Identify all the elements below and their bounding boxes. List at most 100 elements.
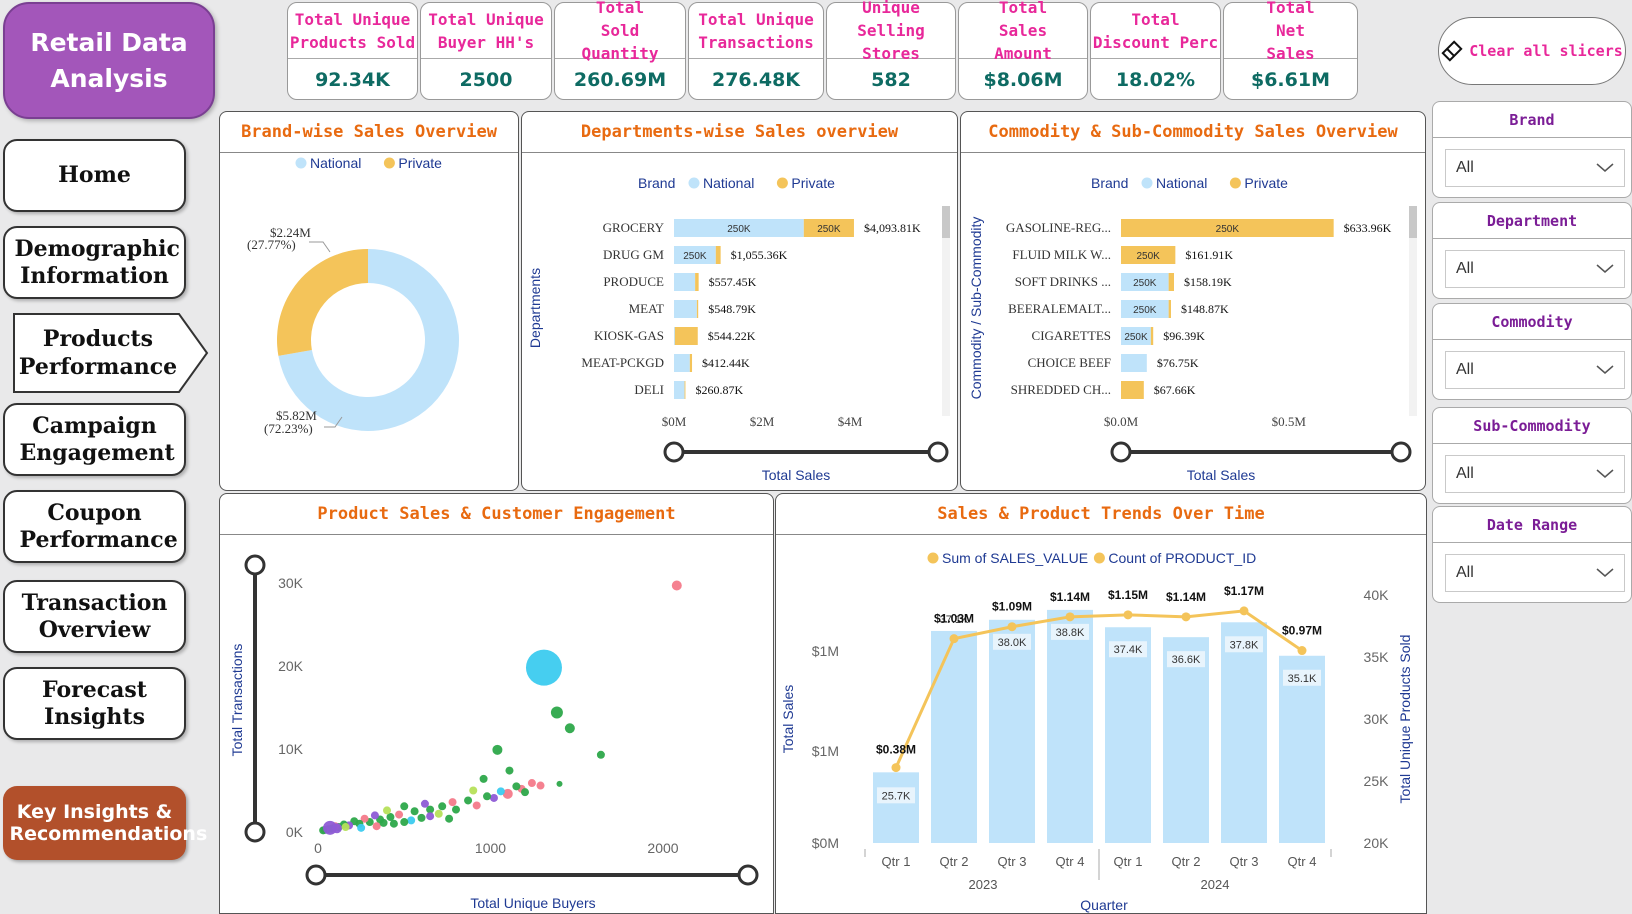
bar-national: [674, 381, 685, 399]
trend-line-label: $0.97M: [1282, 624, 1322, 638]
trend-line-label: $1.17M: [1224, 584, 1264, 598]
bar-private: [695, 273, 699, 291]
trend-bar-label: 36.6K: [1172, 654, 1201, 666]
trend-bar: [1221, 622, 1267, 843]
panel-title: Brand-wise Sales Overview: [220, 112, 518, 153]
kpi-value: 2500: [459, 69, 513, 91]
nav-home-button[interactable]: Home: [3, 139, 186, 212]
category-label: MEAT: [629, 301, 664, 316]
scatter-point: [372, 822, 381, 831]
slicer-subcommodity-title: Sub-Commodity: [1432, 407, 1632, 444]
x-tick-label: Qtr 2: [1172, 854, 1201, 869]
bar-national: [1121, 354, 1147, 372]
slicer-brand-dropdown[interactable]: All: [1445, 149, 1625, 187]
scatter-point: [400, 802, 409, 811]
scatter-point: [512, 782, 521, 791]
trend-line-label: $1.14M: [1050, 590, 1090, 604]
category-label: PRODUCE: [603, 274, 664, 289]
slicer-department-dropdown[interactable]: All: [1445, 250, 1625, 288]
category-label: CHOICE BEEF: [1028, 355, 1111, 370]
x-year-label: 2024: [1201, 877, 1230, 892]
x-tick-label: 2000: [647, 840, 678, 856]
legend-marker: [927, 552, 939, 564]
bar-private: [1121, 381, 1144, 399]
bar-segment-label: 250K: [683, 251, 707, 262]
slicer-subcommodity-dropdown[interactable]: All: [1445, 455, 1625, 493]
trend-line-point: [1065, 612, 1075, 622]
nav-demographic-button[interactable]: Demographic Information: [3, 226, 186, 299]
x-tick-label: $2M: [750, 414, 775, 429]
slicer-commodity-dropdown[interactable]: All: [1445, 351, 1625, 389]
bar-total-label: $633.96K: [1344, 221, 1392, 235]
y-tick-label: 20K: [278, 658, 304, 674]
trend-bar: [1163, 637, 1209, 843]
y-range-slider-handle-bottom: [244, 821, 266, 843]
trend-line-label: $1.03M: [934, 612, 974, 626]
app-title-text: Retail Data Analysis: [30, 27, 188, 93]
panel-title: Sales & Product Trends Over Time: [776, 494, 1426, 535]
scatter-point: [521, 788, 529, 797]
trend-panel: Sales & Product Trends Over Time Sum of …: [775, 493, 1427, 914]
scatter-point: [536, 781, 545, 790]
clear-slicers-label: Clear all slicers: [1469, 42, 1623, 60]
scatter-point: [420, 799, 429, 808]
legend-label: Private: [1244, 175, 1288, 191]
legend-title: Brand: [638, 175, 675, 191]
nav-forecast-button[interactable]: Forecast Insights: [3, 667, 186, 740]
slicer-daterange: All: [1432, 543, 1632, 603]
nav-home-label: Home: [58, 162, 131, 188]
legend-label: Sum of SALES_VALUE: [942, 550, 1088, 566]
trend-bar: [989, 619, 1035, 843]
y-tick-label: $1M: [812, 743, 839, 759]
trend-bar-label: 37.4K: [1114, 644, 1143, 656]
nav-transaction-button[interactable]: Transaction Overview: [3, 580, 186, 653]
key-insights-button[interactable]: Key Insights & Recommendations: [3, 786, 207, 860]
kpi-label: Total Sales Amount: [959, 0, 1087, 63]
department-bar-chart: Brand National Private GROCERY 250K 250K $4,09…: [527, 175, 950, 483]
scatter-point: [469, 786, 478, 795]
legend-marker: [776, 177, 788, 189]
scatter-point: [556, 780, 563, 787]
bar-segment-label: 250K: [1216, 224, 1240, 235]
scatter-point: [596, 750, 605, 759]
bar-private: [1150, 327, 1154, 345]
x-tick-label: $0.0M: [1104, 414, 1139, 429]
clear-slicers-button[interactable]: Clear all slicers: [1438, 17, 1626, 85]
x-tick-label: 0: [314, 840, 322, 856]
slicer-daterange-dropdown[interactable]: All: [1445, 554, 1625, 592]
y2-axis-title: Total Unique Products Sold: [1397, 635, 1413, 804]
kpi-label: Total Unique Buyer HH's: [421, 3, 551, 59]
trend-line-point: [1239, 606, 1249, 616]
kpi-card-sold-quantity: Total Sold Quantity 260.69M: [554, 0, 686, 100]
y-tick-label: 0K: [286, 824, 304, 840]
trend-combo-chart: Sum of SALES_VALUE Count of PRODUCT_ID 20K…: [780, 550, 1413, 913]
nav-coupon-button[interactable]: Coupon Performance: [3, 490, 186, 563]
x-tick-label: Qtr 3: [1230, 854, 1259, 869]
x-tick-label: $4M: [838, 414, 863, 429]
scatter-point: [472, 801, 481, 810]
kpi-card-unique-transactions: Total Unique Transactions 276.48K: [688, 2, 824, 100]
kpi-card-selling-stores: Unique Selling Stores 582: [826, 0, 956, 100]
slicer-value: All: [1456, 159, 1474, 176]
kpi-value: 260.69M: [573, 69, 667, 91]
kpi-label: Unique Selling Stores: [827, 0, 955, 63]
bar-national: [674, 354, 690, 372]
slicer-department: All: [1432, 239, 1632, 299]
x-tick-label: Qtr 1: [1114, 854, 1143, 869]
trend-bar: [873, 772, 919, 843]
category-label: DELI: [634, 382, 664, 397]
nav-campaign-button[interactable]: Campaign Engagement: [3, 403, 186, 476]
slicer-commodity: All: [1432, 340, 1632, 400]
x-range-slider-handle-end: [737, 864, 759, 886]
scatter-point: [341, 823, 350, 832]
y-axis-title: Total Sales: [780, 685, 796, 753]
category-label: SOFT DRINKS ...: [1015, 274, 1111, 289]
x-tick-label: $0.5M: [1272, 414, 1307, 429]
y-tick-label: $1M: [812, 643, 839, 659]
scatter-point: [452, 805, 460, 814]
bar-total-label: $548.79K: [708, 302, 756, 316]
eraser-icon: [1441, 40, 1463, 62]
scatter-point: [417, 813, 426, 822]
bar-total-label: $161.91K: [1185, 248, 1233, 262]
legend-marker: [1141, 177, 1153, 189]
